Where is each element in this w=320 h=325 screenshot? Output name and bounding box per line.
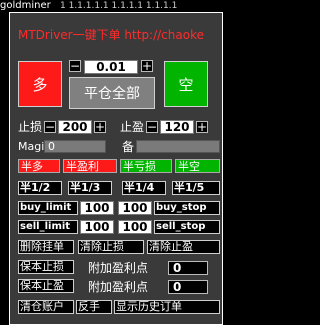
lot-decrease-button[interactable]: − (69, 60, 81, 72)
buy-stop-button[interactable]: buy_stop (154, 201, 220, 215)
delete-pending-button[interactable]: 删除挂单 (18, 240, 74, 254)
additional-profit-points-label: 附加盈利点 (88, 261, 149, 275)
buy-stop-distance-input[interactable]: 100 (118, 201, 152, 215)
reverse-button[interactable]: 反手 (76, 300, 112, 314)
sell-stop-button[interactable]: sell_stop (154, 220, 220, 234)
chart-price-info: 1 1.1.1.1.1 1.1.1.1 1.1.1.1 (60, 1, 178, 11)
show-history-button[interactable]: 显示历史订单 (114, 300, 220, 314)
close-half-loss-button[interactable]: 半亏损 (120, 159, 172, 173)
buy-limit-distance-input[interactable]: 100 (80, 201, 114, 215)
close-half-1-3-button[interactable]: 半1/3 (68, 181, 112, 195)
stop-loss-input[interactable]: 200 (58, 120, 92, 134)
magic-number-input[interactable]: 0 (44, 140, 106, 153)
breakeven-tp-button[interactable]: 保本止盈 (18, 279, 74, 293)
chart-title: goldminer (0, 0, 51, 11)
sell-limit-distance-input[interactable]: 100 (80, 220, 114, 234)
tp-increase-button[interactable]: + (196, 121, 208, 133)
panel-header: MTDriver一键下单 http://chaoke (18, 28, 204, 42)
close-all-button[interactable]: 平仓全部 (69, 77, 155, 109)
additional-profit-points-label-2: 附加盈利点 (88, 280, 149, 294)
close-half-buy-button[interactable]: 半多 (18, 159, 60, 173)
sell-stop-distance-input[interactable]: 100 (118, 220, 152, 234)
additional-profit-points-value-2: 0 (173, 280, 182, 294)
buy-button[interactable]: 多 (18, 61, 62, 107)
sl-decrease-button[interactable]: − (44, 121, 56, 133)
sell-button[interactable]: 空 (164, 61, 208, 107)
sell-limit-button[interactable]: sell_limit (18, 220, 78, 234)
close-half-1-2-button[interactable]: 半1/2 (18, 181, 62, 195)
close-half-1-5-button[interactable]: 半1/5 (172, 181, 220, 195)
buy-button-label: 多 (32, 75, 48, 94)
breakeven-sl-button[interactable]: 保本止损 (18, 260, 74, 274)
note-input[interactable] (136, 140, 220, 153)
close-all-label: 平仓全部 (84, 86, 140, 102)
close-account-button[interactable]: 清仓账户 (18, 300, 74, 314)
magic-number-value: 0 (48, 140, 55, 153)
close-half-sell-button[interactable]: 半空 (175, 159, 220, 173)
clear-stop-loss-button[interactable]: 清除止损 (78, 240, 144, 254)
additional-profit-points-value-1: 0 (173, 261, 182, 275)
tp-decrease-button[interactable]: − (146, 121, 158, 133)
clear-take-profit-button[interactable]: 清除止盈 (147, 240, 220, 254)
sell-button-label: 空 (178, 75, 194, 94)
lot-increase-button[interactable]: + (141, 60, 153, 72)
close-half-1-4-button[interactable]: 半1/4 (122, 181, 166, 195)
additional-profit-points-input-1[interactable]: 0 (168, 261, 208, 275)
close-half-profit-button[interactable]: 半盈利 (63, 159, 117, 173)
magic-label: Magi (18, 140, 45, 153)
additional-profit-points-input-2[interactable]: 0 (168, 280, 208, 294)
sl-increase-button[interactable]: + (94, 121, 106, 133)
mtdriver-panel: MTDriver一键下单 http://chaoke 多 空 − 0.01 + … (9, 12, 223, 325)
buy-limit-button[interactable]: buy_limit (18, 201, 78, 215)
note-label: 备 (122, 140, 135, 154)
take-profit-input[interactable]: 120 (160, 120, 194, 134)
lot-size-input[interactable]: 0.01 (84, 60, 138, 74)
stop-loss-label: 止损 (18, 120, 43, 134)
take-profit-label: 止盈 (120, 120, 145, 134)
